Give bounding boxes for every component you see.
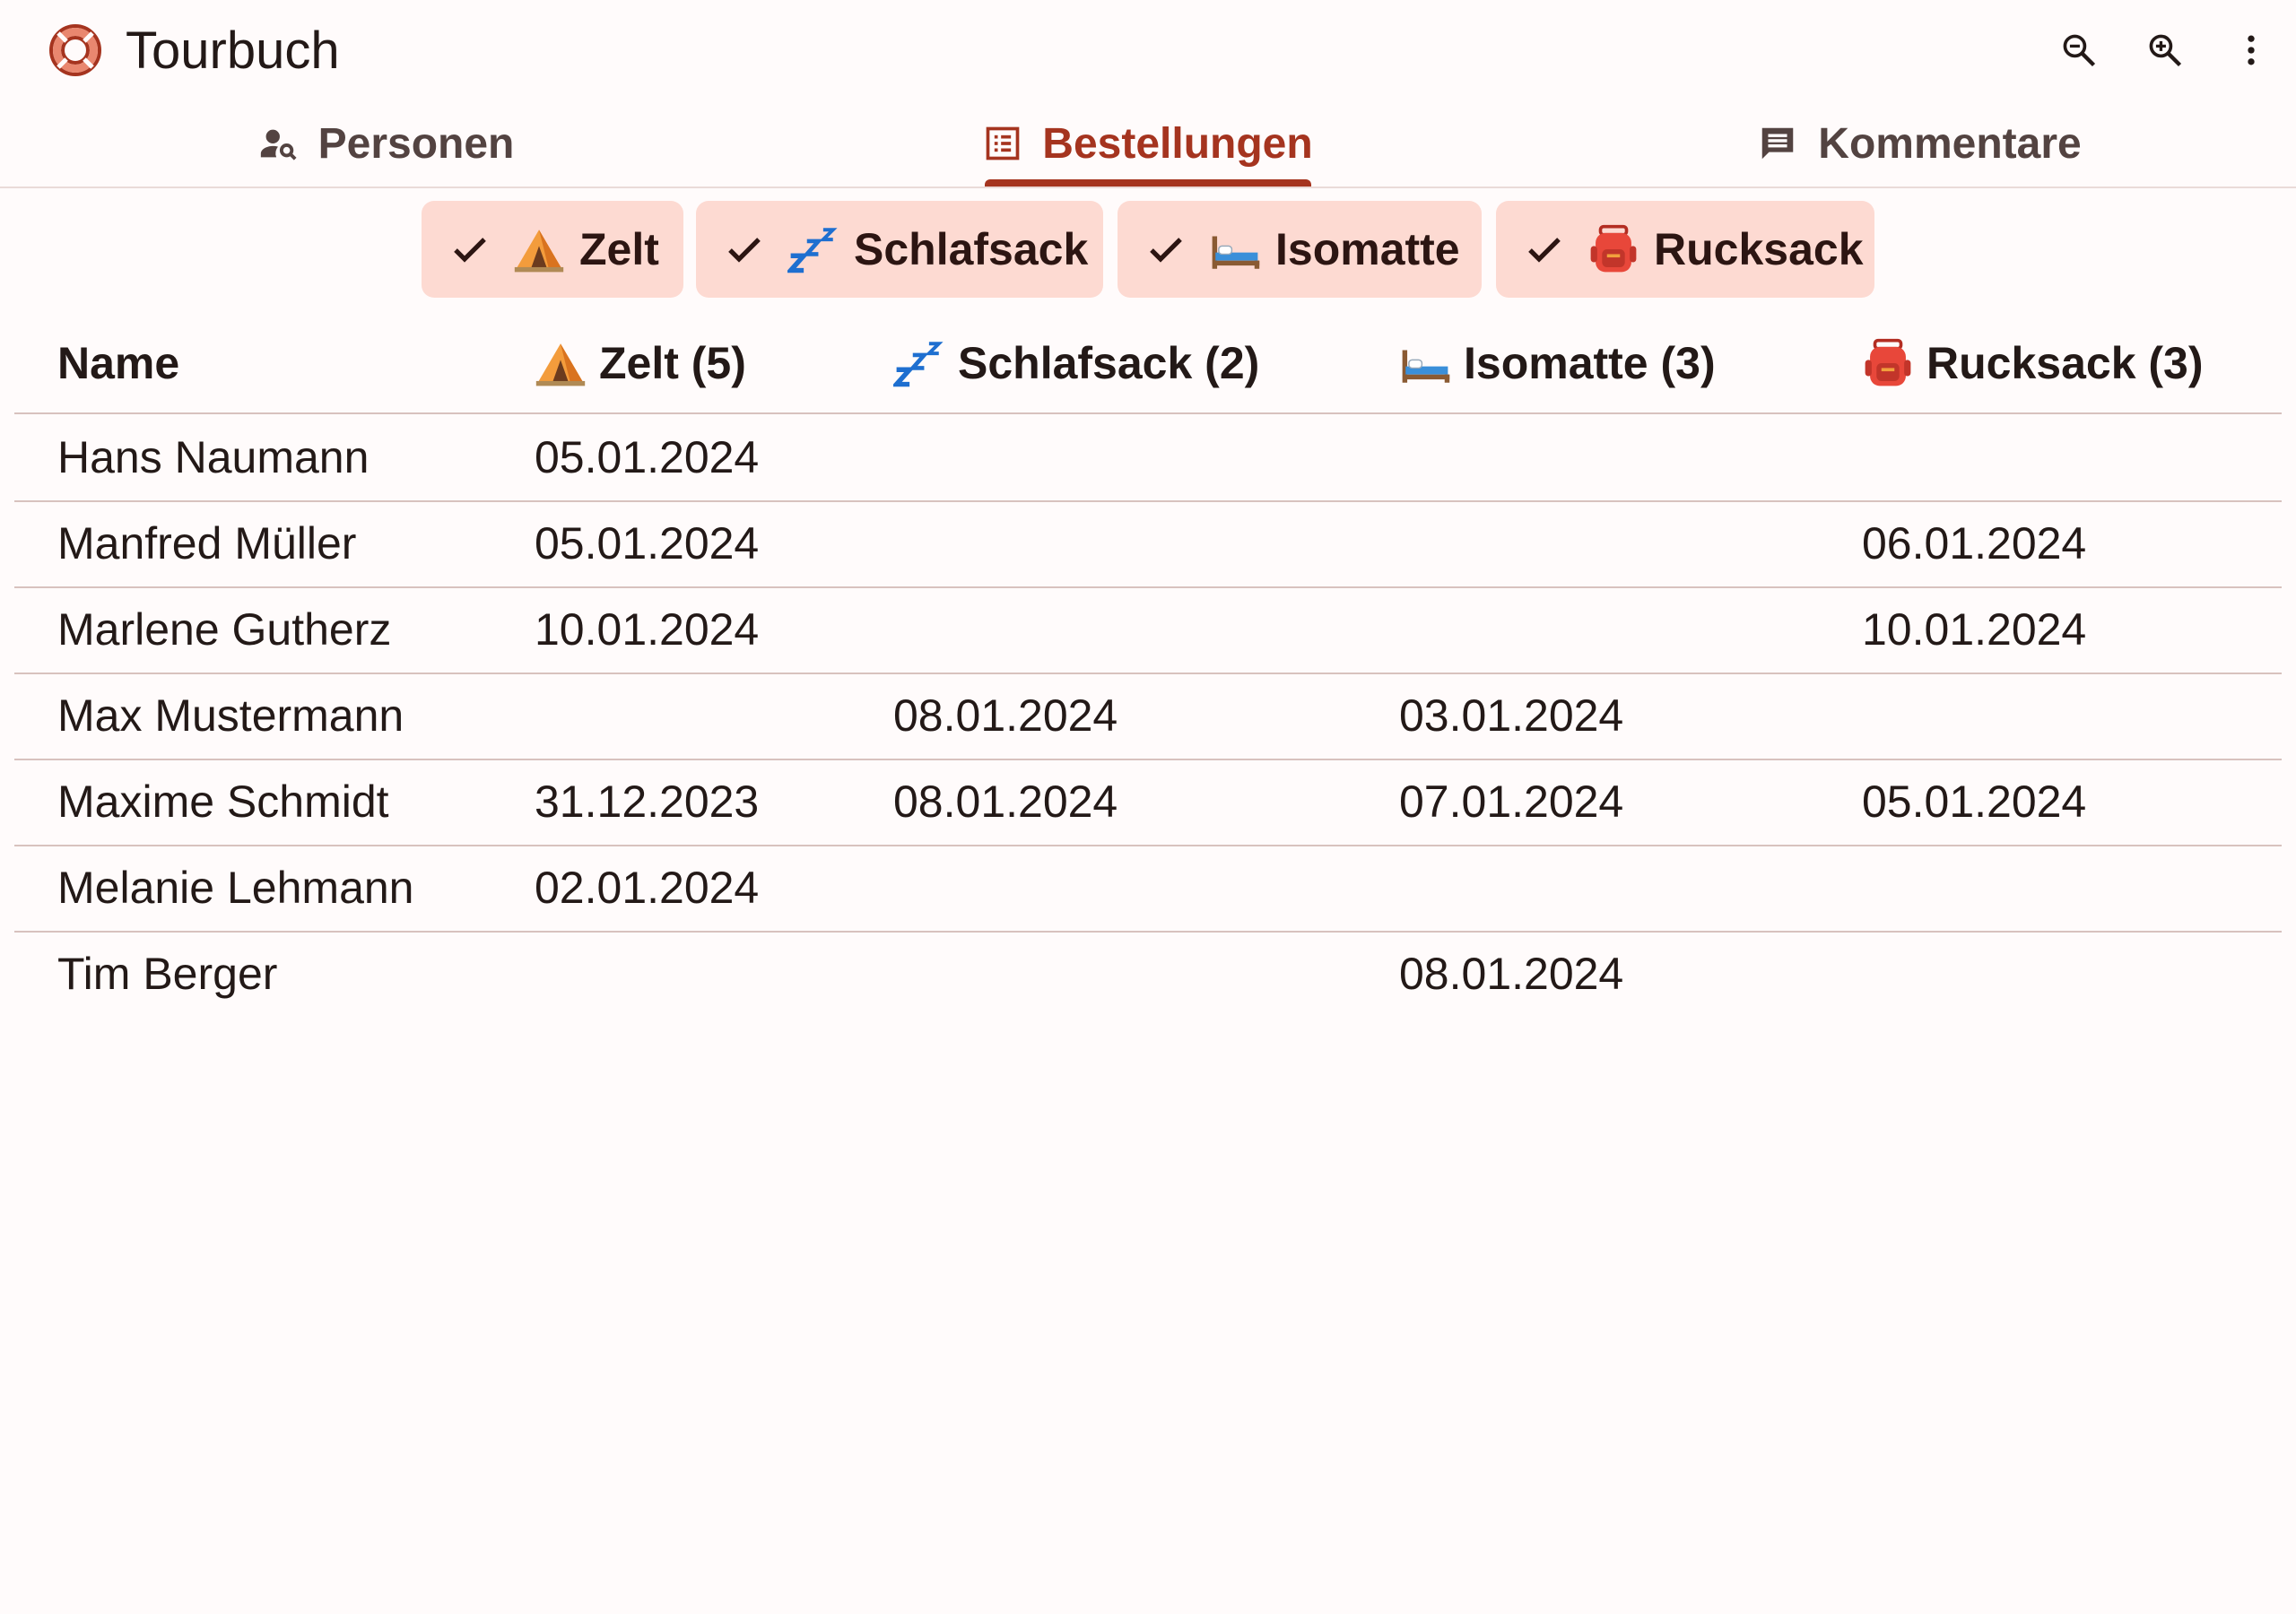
cell-rucksack: 05.01.2024 bbox=[1862, 777, 2087, 827]
column-header-rucksack[interactable]: Rucksack (3) bbox=[1862, 332, 2204, 395]
tab-bestellungen[interactable]: Bestellungen bbox=[951, 100, 1345, 187]
tab-label: Bestellungen bbox=[1042, 119, 1313, 168]
filter-chip-rucksack[interactable]: Rucksack bbox=[1496, 201, 1874, 298]
table-row[interactable]: Melanie Lehmann 02.01.2024 bbox=[14, 845, 2282, 933]
app-title: Tourbuch bbox=[126, 22, 340, 80]
table-row[interactable]: Tim Berger 08.01.2024 bbox=[14, 931, 2282, 1017]
column-header-label: Isomatte (3) bbox=[1464, 338, 1716, 388]
check-icon bbox=[723, 228, 766, 271]
column-header-label: Zelt (5) bbox=[599, 338, 746, 388]
filter-chip-zelt[interactable]: Zelt bbox=[422, 201, 683, 298]
column-header-label: Schlafsack (2) bbox=[958, 338, 1260, 388]
column-header-zelt[interactable]: Zelt (5) bbox=[535, 332, 746, 395]
zzz-icon bbox=[893, 337, 945, 389]
cell-isomatte: 03.01.2024 bbox=[1399, 690, 1624, 741]
backpack-icon bbox=[1862, 337, 1914, 389]
cell-zelt: 05.01.2024 bbox=[535, 518, 760, 568]
column-header-label: Rucksack (3) bbox=[1926, 338, 2204, 388]
active-tab-indicator bbox=[985, 179, 1311, 187]
cell-zelt: 31.12.2023 bbox=[535, 777, 760, 827]
table-row[interactable]: Marlene Gutherz 10.01.2024 10.01.2024 bbox=[14, 586, 2282, 674]
cell-zelt: 10.01.2024 bbox=[535, 604, 760, 655]
tab-label: Kommentare bbox=[1818, 119, 2082, 168]
cell-rucksack: 06.01.2024 bbox=[1862, 518, 2087, 568]
tab-bar: Personen Bestellungen Kommentare bbox=[0, 100, 2296, 188]
check-icon bbox=[448, 228, 491, 271]
tab-kommentare[interactable]: Kommentare bbox=[1704, 100, 2135, 187]
zzz-icon bbox=[787, 223, 839, 275]
cell-rucksack: 10.01.2024 bbox=[1862, 604, 2087, 655]
bed-icon bbox=[1209, 223, 1261, 275]
cell-name: Marlene Gutherz bbox=[57, 604, 392, 655]
bed-icon bbox=[1399, 337, 1451, 389]
lifebuoy-icon bbox=[49, 24, 101, 76]
chip-label: Rucksack bbox=[1654, 224, 1864, 274]
cell-name: Max Mustermann bbox=[57, 690, 404, 741]
tab-personen[interactable]: Personen bbox=[197, 100, 574, 187]
person-search-icon bbox=[260, 129, 297, 161]
table-row[interactable]: Hans Naumann 05.01.2024 bbox=[14, 414, 2282, 502]
chip-label: Schlafsack bbox=[854, 224, 1089, 274]
tent-icon bbox=[535, 337, 587, 389]
cell-schlafsack: 08.01.2024 bbox=[893, 690, 1118, 741]
check-icon bbox=[1523, 228, 1566, 271]
zoom-in-button[interactable] bbox=[2138, 23, 2192, 77]
check-icon bbox=[1144, 228, 1187, 271]
table-row[interactable]: Max Mustermann 08.01.2024 03.01.2024 bbox=[14, 672, 2282, 760]
column-header-label: Name bbox=[57, 338, 180, 388]
zoom-out-icon bbox=[2063, 34, 2096, 67]
filter-chip-schlafsack[interactable]: Schlafsack bbox=[696, 201, 1103, 298]
column-header-name[interactable]: Name bbox=[57, 332, 179, 395]
chip-label: Isomatte bbox=[1275, 224, 1460, 274]
table-row[interactable]: Manfred Müller 05.01.2024 06.01.2024 bbox=[14, 500, 2282, 588]
zoom-out-button[interactable] bbox=[2052, 23, 2106, 77]
chip-label: Zelt bbox=[579, 224, 659, 274]
cell-name: Melanie Lehmann bbox=[57, 863, 414, 913]
cell-isomatte: 07.01.2024 bbox=[1399, 777, 1624, 827]
cell-name: Hans Naumann bbox=[57, 432, 370, 482]
cell-name: Manfred Müller bbox=[57, 518, 357, 568]
app-bar: Tourbuch bbox=[0, 0, 2296, 100]
column-header-isomatte[interactable]: Isomatte (3) bbox=[1399, 332, 1716, 395]
cell-isomatte: 08.01.2024 bbox=[1399, 949, 1624, 999]
cell-name: Tim Berger bbox=[57, 949, 278, 999]
cell-zelt: 02.01.2024 bbox=[535, 863, 760, 913]
column-header-schlafsack[interactable]: Schlafsack (2) bbox=[893, 332, 1259, 395]
filter-chip-isomatte[interactable]: Isomatte bbox=[1118, 201, 1482, 298]
more-options-button[interactable] bbox=[2224, 23, 2278, 77]
tab-label: Personen bbox=[317, 119, 515, 168]
more-vert-icon bbox=[2248, 35, 2255, 65]
table-row[interactable]: Maxime Schmidt 31.12.2023 08.01.2024 07.01.… bbox=[14, 759, 2282, 846]
zoom-in-icon bbox=[2149, 34, 2182, 67]
comment-icon bbox=[1762, 127, 1794, 160]
backpack-icon bbox=[1587, 223, 1639, 275]
cell-name: Maxime Schmidt bbox=[57, 777, 389, 827]
list-alt-icon bbox=[986, 126, 1020, 161]
cell-schlafsack: 08.01.2024 bbox=[893, 777, 1118, 827]
cell-zelt: 05.01.2024 bbox=[535, 432, 760, 482]
tent-icon bbox=[513, 223, 565, 275]
